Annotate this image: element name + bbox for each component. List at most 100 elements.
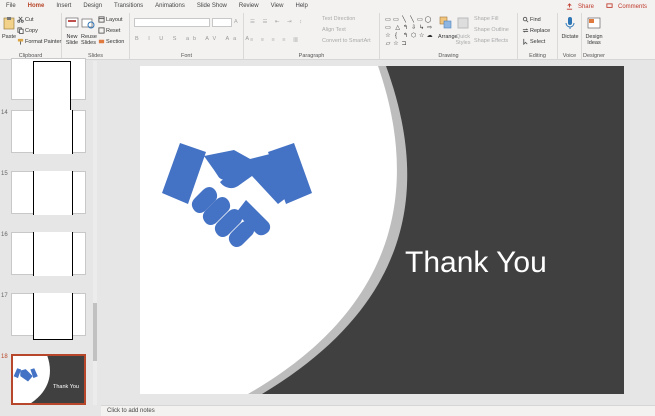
thumbnail-content-box xyxy=(33,110,73,154)
slide-thumbnail-13[interactable] xyxy=(11,58,86,121)
quick-styles-icon xyxy=(457,17,469,29)
slides-group: New Slide Reuse Slides Layout Reset Sect… xyxy=(62,13,130,60)
format-painter-label: Format Painter xyxy=(25,38,62,45)
paragraph-group: ☰ ☰ ⇤ ⇥ ↕ ≡ ≡ ≡ ≡ ▥ Text Direction Align… xyxy=(244,13,380,60)
editing-group: Find Replace Select Editing xyxy=(518,13,558,60)
editing-group-label: Editing xyxy=(529,53,546,59)
new-slide-button[interactable]: New Slide xyxy=(65,16,79,46)
thumbnail-title: Thank You xyxy=(53,384,79,390)
convert-smartart-button[interactable]: Convert to SmartArt xyxy=(322,38,371,45)
slide-thumbnails-panel: 14 15 16 17 18 Thank You xyxy=(0,58,97,405)
scrollbar-thumb[interactable] xyxy=(93,303,97,361)
share-button[interactable]: Share xyxy=(562,3,602,10)
arrange-button[interactable]: Arrange xyxy=(438,16,458,40)
slide-title[interactable]: Thank You xyxy=(405,246,605,280)
shape-effects-label: Shape Effects xyxy=(474,38,509,44)
share-label: Share xyxy=(577,4,594,11)
comment-icon xyxy=(606,3,613,8)
share-icon xyxy=(566,3,573,10)
align-text-button[interactable]: Align Text xyxy=(322,27,346,34)
select-button[interactable]: Select xyxy=(522,38,545,46)
reset-button[interactable]: Reset xyxy=(98,27,120,35)
comments-label: Comments xyxy=(617,4,647,11)
comments-button[interactable]: Comments xyxy=(602,3,655,10)
replace-icon xyxy=(522,28,529,33)
search-icon xyxy=(522,16,529,23)
microphone-icon xyxy=(565,17,575,29)
reuse-slides-button[interactable]: Reuse Slides xyxy=(81,16,97,46)
paste-icon xyxy=(3,17,15,30)
designer-group: Design Ideas Designer xyxy=(582,13,606,60)
copy-label: Copy xyxy=(25,27,38,34)
shape-outline-button[interactable]: Shape Outline xyxy=(474,27,509,34)
reuse-slides-icon xyxy=(81,18,95,29)
font-format-buttons[interactable]: B I U S ab AV Aa A xyxy=(135,36,253,43)
reset-icon xyxy=(98,27,105,34)
text-direction-label: Text Direction xyxy=(322,16,356,22)
font-name-box[interactable] xyxy=(134,18,210,27)
shape-fill-button[interactable]: Shape Fill xyxy=(474,16,498,23)
thumbnail-slide-art xyxy=(13,356,50,403)
tab-insert[interactable]: Insert xyxy=(50,0,77,13)
thumbnails-scrollbar[interactable] xyxy=(93,61,97,405)
text-direction-button[interactable]: Text Direction xyxy=(322,16,355,23)
paste-button[interactable]: Paste xyxy=(2,16,16,40)
replace-button[interactable]: Replace xyxy=(522,27,550,35)
tab-review[interactable]: Review xyxy=(233,0,265,13)
current-slide[interactable]: Thank You xyxy=(140,66,624,394)
cut-button[interactable]: Cut xyxy=(17,16,34,24)
slide-thumbnail-18[interactable]: Thank You xyxy=(11,354,86,405)
shapes-gallery[interactable]: ▭ ▭ ╲ ╲ ▭ ◯▭ △ ↰ ⇩ ↳ ⇨☆{ ↰ ⬡ ☆ ☁▱ ☆ ⊐ xyxy=(384,16,438,48)
dictate-label: Dictate xyxy=(561,34,579,40)
align-buttons[interactable]: ≡ ≡ ≡ ≡ ▥ xyxy=(250,37,301,44)
tab-animations[interactable]: Animations xyxy=(149,0,191,13)
section-button[interactable]: Section xyxy=(98,38,124,46)
tab-home[interactable]: Home xyxy=(21,0,51,14)
reuse-slides-label: Reuse Slides xyxy=(81,34,97,46)
tab-help[interactable]: Help xyxy=(289,0,313,13)
design-ideas-label: Design Ideas xyxy=(585,34,603,46)
shape-effects-button[interactable]: Shape Effects xyxy=(474,38,508,45)
section-icon xyxy=(98,39,105,44)
dictate-button[interactable]: Dictate xyxy=(561,16,579,40)
font-group: A B I U S ab AV Aa A Font xyxy=(130,13,249,60)
copy-icon xyxy=(17,27,24,34)
thumbnail-content-box xyxy=(33,171,73,215)
shape-fill-label: Shape Fill xyxy=(474,16,499,22)
new-slide-icon xyxy=(65,17,79,28)
quick-styles-button[interactable]: Quick Styles xyxy=(455,16,471,46)
align-text-label: Align Text xyxy=(322,27,346,33)
new-slide-label: New Slide xyxy=(65,34,79,46)
tab-file[interactable]: File xyxy=(0,0,22,13)
paste-label: Paste xyxy=(2,34,17,40)
voice-group-label: Voice xyxy=(562,53,577,59)
voice-group: Dictate Voice xyxy=(558,13,582,60)
tab-view[interactable]: View xyxy=(265,0,290,13)
find-button[interactable]: Find xyxy=(522,16,541,24)
grow-font-button[interactable]: A xyxy=(234,19,238,26)
tab-transitions[interactable]: Transitions xyxy=(108,0,149,13)
quick-styles-label: Quick Styles xyxy=(455,34,471,46)
layout-button[interactable]: Layout xyxy=(98,16,123,24)
cursor-icon xyxy=(523,38,528,45)
ribbon-tabs: File Home Insert Design Transitions Anim… xyxy=(0,0,655,14)
arrange-icon xyxy=(439,16,451,29)
design-ideas-button[interactable]: Design Ideas xyxy=(585,16,603,46)
handshake-icon xyxy=(162,143,312,247)
slide-thumbnail-15[interactable] xyxy=(11,171,86,215)
slide-number: 16 xyxy=(1,232,8,238)
slide-thumbnail-14[interactable] xyxy=(11,110,86,154)
copy-button[interactable]: Copy xyxy=(17,27,38,35)
slide-number: 17 xyxy=(1,293,8,299)
replace-label: Replace xyxy=(530,27,551,34)
drawing-group-label: Drawing xyxy=(438,53,459,59)
tab-slide-show[interactable]: Slide Show xyxy=(191,0,233,13)
tab-design[interactable]: Design xyxy=(77,0,108,13)
notes-pane[interactable]: Click to add notes xyxy=(101,405,655,416)
slide-thumbnail-17[interactable] xyxy=(11,293,86,340)
tab-right-actions: Share Comments xyxy=(562,0,655,13)
font-size-box[interactable] xyxy=(212,18,232,27)
format-painter-button[interactable]: Format Painter xyxy=(17,38,61,46)
slide-thumbnail-16[interactable] xyxy=(11,232,86,276)
list-buttons[interactable]: ☰ ☰ ⇤ ⇥ ↕ xyxy=(250,19,305,26)
